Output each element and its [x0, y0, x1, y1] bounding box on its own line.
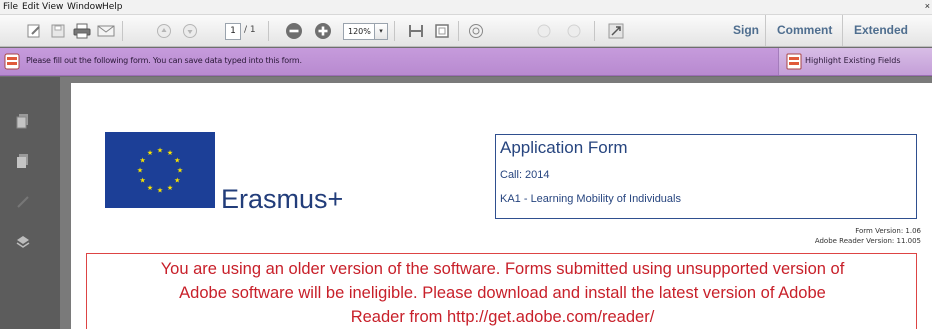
highlight-existing-fields-button[interactable]: Highlight Existing Fields [778, 48, 932, 75]
zoom-input[interactable]: 120% [343, 23, 375, 40]
eu-star-icon: ★ [147, 184, 153, 192]
toolbar-separator [268, 21, 269, 41]
form-version: Form Version: 1.06 [855, 227, 921, 235]
toolbar-separator [122, 21, 123, 41]
eu-star-icon: ★ [167, 184, 173, 192]
page-thumbnails-icon[interactable] [16, 113, 30, 134]
fit-width-icon[interactable] [406, 21, 426, 41]
eu-flag-logo: ★ ★ ★ ★ ★ ★ ★ ★ ★ ★ ★ ★ [105, 132, 215, 208]
signatures-icon[interactable] [16, 195, 30, 214]
tab-sign[interactable]: Sign [733, 15, 759, 46]
zoom-out-icon[interactable] [284, 21, 304, 41]
toolbar-separator [394, 21, 395, 41]
menu-window[interactable]: Window [67, 2, 103, 12]
page-number-input[interactable]: 1 [225, 23, 241, 40]
eu-star-icon: ★ [140, 157, 146, 165]
toolbar-separator [458, 21, 459, 41]
zoom-in-icon[interactable] [313, 21, 333, 41]
menu-edit[interactable]: Edit [22, 2, 39, 12]
eu-star-icon: ★ [137, 167, 143, 175]
warning-line: You are using an older version of the so… [160, 260, 845, 278]
disabled-tool-icon [564, 21, 584, 41]
eu-star-icon: ★ [147, 149, 153, 157]
highlight-label: Highlight Existing Fields [805, 56, 901, 65]
menu-view[interactable]: View [42, 2, 63, 12]
print-icon[interactable] [72, 21, 92, 41]
form-fields-icon [4, 53, 20, 70]
form-message-bar: Please fill out the following form. You … [0, 48, 932, 76]
document-area[interactable]: ★ ★ ★ ★ ★ ★ ★ ★ ★ ★ ★ ★ Erasmus+ Application Form C… [60, 77, 932, 329]
erasmus-logo-text: Erasmus+ [221, 184, 344, 214]
toolbar: 1 / 1 120% ▾ Sign Comment Extended [0, 15, 932, 47]
page-total: / 1 [244, 25, 256, 35]
save-icon[interactable] [48, 21, 68, 41]
email-icon[interactable] [96, 21, 116, 41]
form-message-text: Please fill out the following form. You … [26, 56, 302, 65]
tab-comment[interactable]: Comment [777, 15, 832, 46]
menu-help[interactable]: Help [102, 2, 123, 12]
zoom-dropdown-button[interactable]: ▾ [374, 23, 388, 40]
comment-bubble-icon[interactable] [466, 21, 486, 41]
warning-line: Reader from http://get.adobe.com/reader/ [350, 308, 655, 326]
tab-separator [842, 15, 843, 46]
eu-star-icon: ★ [157, 147, 163, 155]
tab-separator [765, 15, 766, 46]
layers-icon[interactable] [16, 235, 30, 254]
menu-bar: File Edit View Window Help × [0, 0, 932, 15]
tab-extended[interactable]: Extended [854, 15, 908, 46]
pdf-page: ★ ★ ★ ★ ★ ★ ★ ★ ★ ★ ★ ★ Erasmus+ Application Form C… [71, 83, 932, 329]
toolbar-separator [594, 21, 595, 41]
fullscreen-icon[interactable] [606, 21, 626, 41]
eu-star-icon: ★ [174, 157, 180, 165]
next-page-icon[interactable] [180, 21, 200, 41]
eu-star-icon: ★ [167, 149, 173, 157]
application-title: Application Form [500, 138, 628, 157]
eu-star-icon: ★ [177, 167, 183, 175]
eu-star-icon: ★ [174, 177, 180, 185]
menu-file[interactable]: File [3, 2, 18, 12]
call-year: Call: 2014 [500, 169, 550, 181]
reader-version: Adobe Reader Version: 11.005 [814, 237, 921, 245]
fit-page-icon[interactable] [432, 21, 452, 41]
warning-line: Adobe software will be ineligible. Pleas… [179, 284, 826, 302]
application-info-box: Application Form Call: 2014 KA1 - Learni… [495, 134, 917, 219]
close-icon[interactable]: × [925, 1, 930, 11]
disabled-tool-icon [534, 21, 554, 41]
eu-star-icon: ★ [157, 187, 163, 195]
previous-page-icon[interactable] [154, 21, 174, 41]
highlight-fields-icon [786, 53, 802, 75]
attachments-icon[interactable] [16, 153, 30, 174]
version-warning-box: You are using an older version of the so… [86, 253, 917, 329]
eu-star-icon: ★ [140, 177, 146, 185]
key-action: KA1 - Learning Mobility of Individuals [500, 193, 681, 205]
create-icon[interactable] [24, 21, 44, 41]
navigation-pane [0, 77, 60, 329]
